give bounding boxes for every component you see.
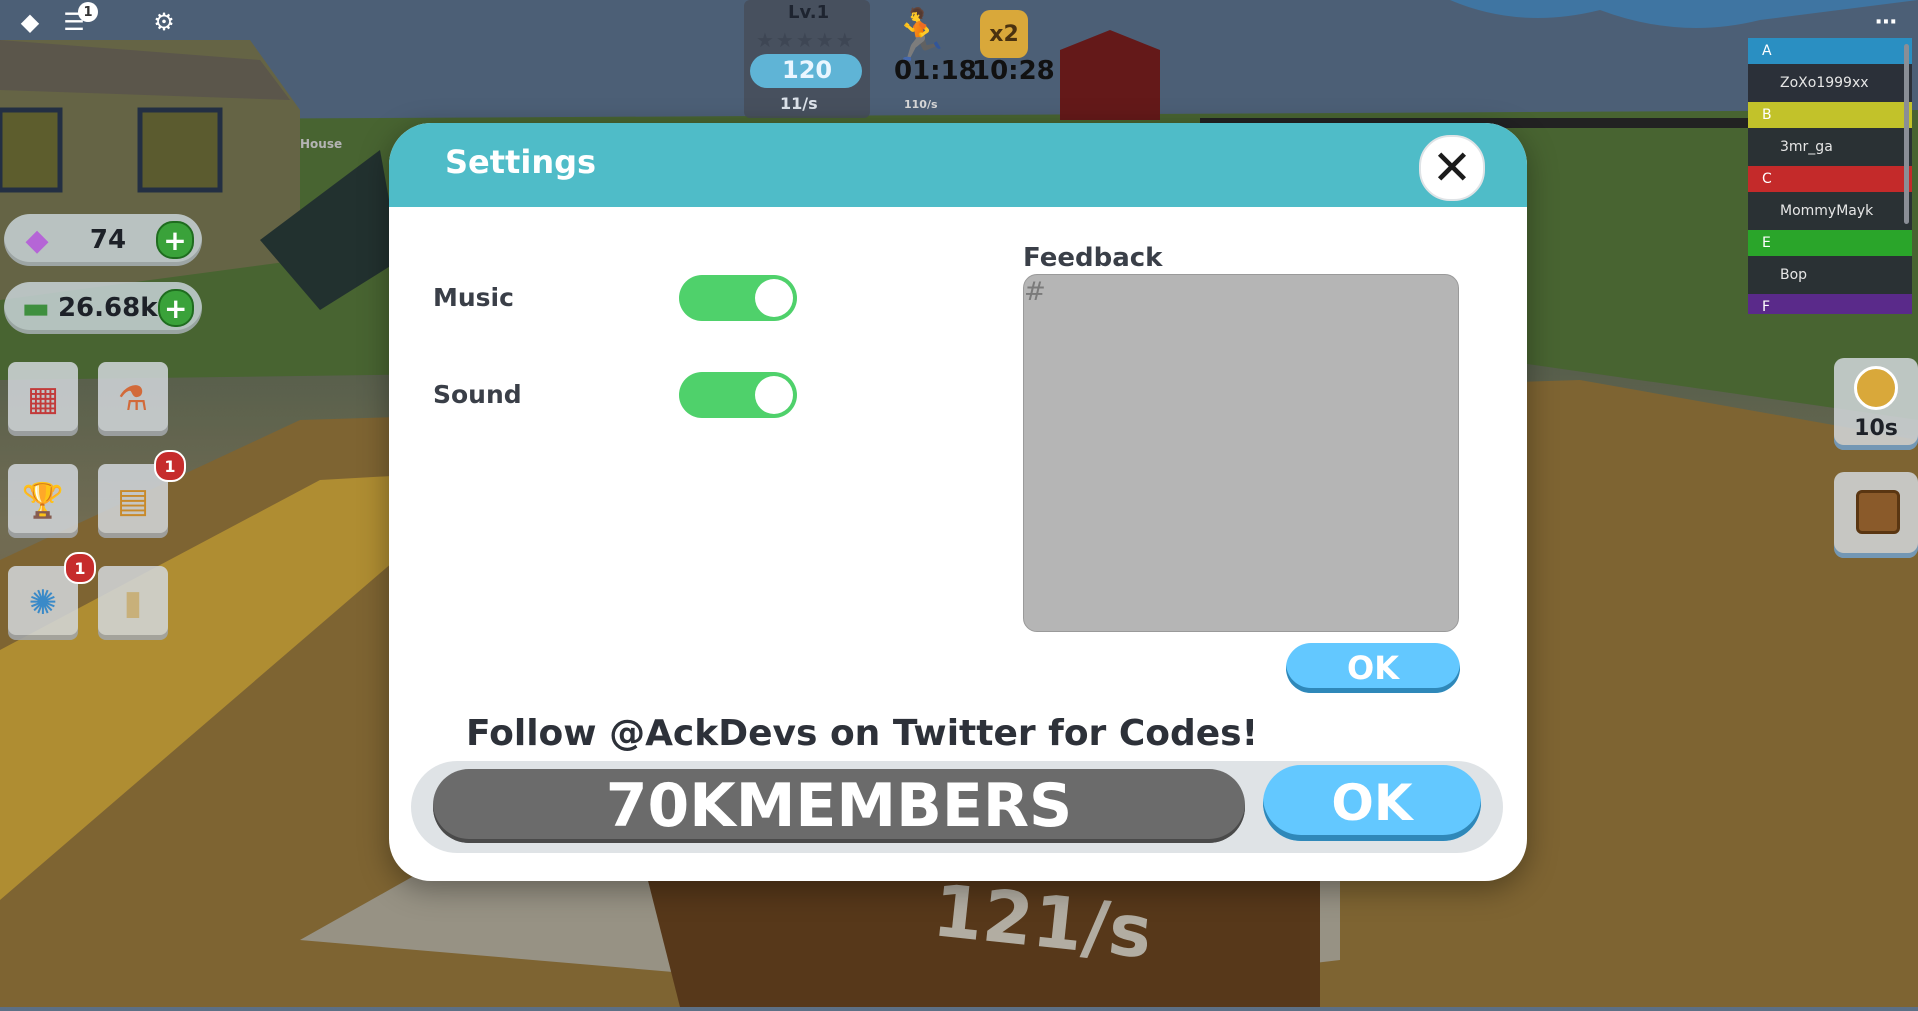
- player-entry[interactable]: ZoXo1999xx: [1748, 64, 1912, 102]
- player-entry[interactable]: MommyMayk: [1748, 192, 1912, 230]
- trophy-button[interactable]: 🏆: [8, 464, 78, 538]
- music-toggle[interactable]: [679, 275, 797, 321]
- level-rate: 11/s: [780, 94, 818, 113]
- sound-toggle[interactable]: [679, 372, 797, 418]
- chest-icon: [1856, 490, 1900, 534]
- player-entry[interactable]: 3mr_ga: [1748, 128, 1912, 166]
- shop-button[interactable]: ▦: [8, 362, 78, 436]
- gem-icon: ◆: [25, 222, 49, 258]
- potions-button[interactable]: ⚗: [98, 362, 168, 436]
- music-toggle-knob: [755, 279, 793, 317]
- timed-reward-button[interactable]: 10s: [1834, 358, 1918, 450]
- settings-gear-icon[interactable]: ⚙: [148, 6, 180, 38]
- player-list: A ZoXo1999xx B 3mr_ga C MommyMayk E Bop …: [1748, 38, 1912, 314]
- chat-notification-badge: 1: [78, 2, 98, 22]
- timed-reward-timer: 10s: [1854, 416, 1898, 441]
- follow-twitter-text: Follow @AckDevs on Twitter for Codes!: [466, 713, 1259, 754]
- close-icon: ✕: [1431, 140, 1473, 196]
- add-cash-button[interactable]: +: [157, 289, 194, 327]
- close-button[interactable]: ✕: [1419, 135, 1485, 201]
- boost-x2-icon: x2: [980, 10, 1028, 58]
- settings-title: Settings: [445, 143, 597, 181]
- cash-icon: ▬: [21, 290, 51, 326]
- speed-timer: 01:18: [894, 56, 977, 86]
- code-input[interactable]: [433, 769, 1245, 843]
- add-gems-button[interactable]: +: [156, 221, 194, 259]
- feedback-textarea[interactable]: [1023, 274, 1459, 632]
- book-notification-badge: 1: [154, 450, 186, 482]
- level-value: 120: [782, 56, 833, 84]
- gems-counter: ◆ 74 +: [4, 214, 202, 266]
- book-icon: ▤: [116, 481, 150, 521]
- team-header-c: C: [1748, 166, 1912, 192]
- cash-counter: ▬ 26.68k +: [4, 282, 202, 334]
- sound-label: Sound: [433, 380, 522, 409]
- roblox-menu-icon[interactable]: ◆: [14, 6, 46, 38]
- team-header-b: B: [1748, 102, 1912, 128]
- settings-dialog: Settings ✕ Music Sound Feedback OK Follo…: [389, 123, 1527, 881]
- feedback-ok-button[interactable]: OK: [1286, 643, 1460, 693]
- podium-icon: ▮: [123, 583, 143, 623]
- treasure-chest-button[interactable]: [1834, 472, 1918, 558]
- clock-icon: [1854, 366, 1898, 410]
- team-header-f: F: [1748, 294, 1912, 314]
- house-sign-text: House: [300, 137, 342, 151]
- redeem-code-ok-button[interactable]: OK: [1263, 765, 1481, 841]
- wheel-icon: ✺: [28, 583, 58, 623]
- cash-value: 26.68k: [57, 293, 158, 323]
- boost-timer: 10:28: [972, 56, 1055, 86]
- trophy-icon: 🏆: [21, 481, 65, 521]
- gems-value: 74: [89, 225, 127, 255]
- player-list-scrollbar[interactable]: [1904, 44, 1909, 224]
- team-header-e: E: [1748, 230, 1912, 256]
- speed-sub-rate: 110/s: [904, 98, 938, 111]
- level-label: Lv.1: [788, 2, 830, 23]
- wheel-notification-badge: 1: [64, 552, 96, 584]
- shop-icon: ▦: [26, 379, 60, 419]
- more-options-icon[interactable]: ⋯: [1870, 6, 1902, 38]
- potion-icon: ⚗: [117, 379, 149, 419]
- music-label: Music: [433, 283, 514, 312]
- team-header-a: A: [1748, 38, 1912, 64]
- sound-toggle-knob: [755, 376, 793, 414]
- feedback-label: Feedback: [1023, 243, 1163, 273]
- leaderboard-podium-button[interactable]: ▮: [98, 566, 168, 640]
- level-stars: ★★★★★: [756, 28, 856, 52]
- player-entry[interactable]: Bop: [1748, 256, 1912, 294]
